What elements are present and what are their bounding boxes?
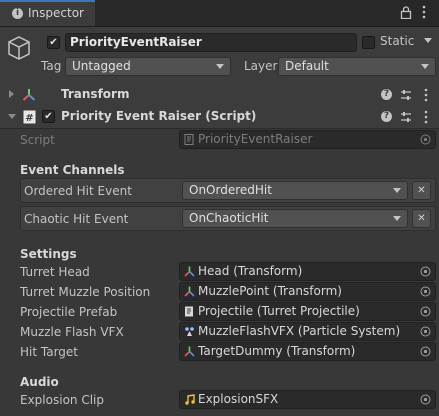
layer-label: Layer: [244, 59, 278, 73]
lock-icon[interactable]: [400, 6, 412, 19]
transform-icon: [184, 266, 195, 277]
explosion-clip-label: Explosion Clip: [20, 393, 104, 407]
more-menu-icon[interactable]: [421, 5, 427, 19]
chevron-down-icon: [393, 216, 401, 221]
hit-target-label: Hit Target: [20, 345, 79, 359]
event-channel-row: Chaotic Hit Event OnChaoticHit ✕: [20, 206, 436, 231]
explosion-clip-field[interactable]: ExplosionSFX: [179, 390, 436, 409]
static-dropdown-icon[interactable]: [424, 38, 432, 43]
static-checkbox[interactable]: [362, 36, 375, 49]
active-checkbox[interactable]: ✔: [47, 36, 60, 49]
ordered-hit-event-dropdown[interactable]: OnOrderedHit: [182, 181, 408, 200]
gameobject-cube-icon: [8, 36, 30, 60]
transform-component-header[interactable]: Transform ?: [0, 84, 439, 107]
transform-title: Transform: [61, 87, 130, 101]
hit-target-field[interactable]: TargetDummy (Transform): [179, 342, 436, 361]
script-reference-field: PriorityEventRaiser: [179, 130, 436, 149]
turret-muzzle-position-label: Turret Muzzle Position: [20, 285, 151, 299]
object-picker-icon[interactable]: [420, 286, 431, 297]
object-picker-icon[interactable]: [420, 266, 431, 277]
particle-system-icon: [185, 327, 194, 336]
field-value: MuzzlePoint (Transform): [198, 284, 342, 298]
object-picker-icon[interactable]: [420, 394, 431, 405]
foldout-collapsed-icon[interactable]: [9, 90, 14, 98]
script-file-icon: [184, 134, 194, 145]
tag-dropdown[interactable]: Untagged: [65, 57, 231, 76]
event-value: OnOrderedHit: [189, 183, 272, 197]
audio-heading: Audio: [20, 375, 59, 389]
script-file-icon: [185, 306, 193, 317]
projectile-prefab-label: Projectile Prefab: [20, 305, 118, 319]
field-value: MuzzleFlashVFX (Particle System): [198, 324, 401, 338]
script-icon: #: [23, 110, 36, 124]
transform-icon: [22, 89, 36, 101]
layer-dropdown[interactable]: Default: [278, 57, 436, 76]
tag-value: Untagged: [72, 59, 131, 73]
audio-clip-icon: [185, 394, 195, 405]
object-name-input[interactable]: PriorityEventRaiser: [65, 33, 357, 52]
script-label: Script: [20, 133, 55, 147]
field-value: Projectile (Turret Projectile): [198, 304, 360, 318]
more-menu-icon[interactable]: [423, 110, 429, 124]
event-label: Chaotic Hit Event: [24, 212, 129, 226]
tab-label: Inspector: [28, 6, 84, 20]
foldout-expanded-icon[interactable]: [8, 114, 16, 119]
event-channel-row: Ordered Hit Event OnOrderedHit ✕: [20, 178, 436, 203]
static-label: Static: [380, 34, 415, 48]
tab-bar: i Inspector: [0, 0, 439, 27]
object-picker-icon: [420, 134, 431, 145]
help-icon[interactable]: ?: [381, 89, 392, 100]
layer-value: Default: [285, 59, 329, 73]
event-channels-heading: Event Channels: [20, 163, 125, 177]
help-icon[interactable]: ?: [381, 111, 392, 122]
field-value: Head (Transform): [198, 264, 303, 278]
presets-icon[interactable]: [400, 89, 412, 101]
script-component-header[interactable]: # ✔ Priority Event Raiser (Script) ?: [0, 106, 439, 129]
event-value: OnChaoticHit: [189, 211, 269, 225]
turret-head-label: Turret Head: [20, 265, 90, 279]
transform-icon: [184, 346, 195, 357]
field-value: ExplosionSFX: [198, 392, 279, 406]
turret-head-field[interactable]: Head (Transform): [179, 262, 436, 281]
event-label: Ordered Hit Event: [24, 184, 132, 198]
chevron-down-icon: [421, 64, 429, 69]
transform-icon: [184, 286, 195, 297]
chevron-down-icon: [393, 188, 401, 193]
script-reference-value: PriorityEventRaiser: [198, 132, 313, 146]
script-component-title: Priority Event Raiser (Script): [61, 109, 257, 123]
projectile-prefab-field[interactable]: Projectile (Turret Projectile): [179, 302, 436, 321]
field-value: TargetDummy (Transform): [198, 344, 356, 358]
object-picker-icon[interactable]: [420, 346, 431, 357]
presets-icon[interactable]: [400, 111, 412, 123]
info-icon: i: [12, 8, 23, 19]
remove-event-button[interactable]: ✕: [412, 209, 431, 228]
object-picker-icon[interactable]: [420, 326, 431, 337]
settings-heading: Settings: [20, 247, 77, 261]
tag-label: Tag: [41, 59, 62, 73]
muzzle-flash-vfx-field[interactable]: MuzzleFlashVFX (Particle System): [179, 322, 436, 341]
object-picker-icon[interactable]: [420, 306, 431, 317]
svg-text:#: #: [25, 113, 33, 124]
remove-event-button[interactable]: ✕: [412, 181, 431, 200]
muzzle-flash-vfx-label: Muzzle Flash VFX: [20, 325, 124, 339]
chaotic-hit-event-dropdown[interactable]: OnChaoticHit: [182, 209, 408, 228]
turret-muzzle-position-field[interactable]: MuzzlePoint (Transform): [179, 282, 436, 301]
script-enabled-checkbox[interactable]: ✔: [42, 110, 55, 123]
tab-inspector[interactable]: i Inspector: [0, 0, 95, 26]
more-menu-icon[interactable]: [423, 88, 429, 102]
chevron-down-icon: [216, 64, 224, 69]
